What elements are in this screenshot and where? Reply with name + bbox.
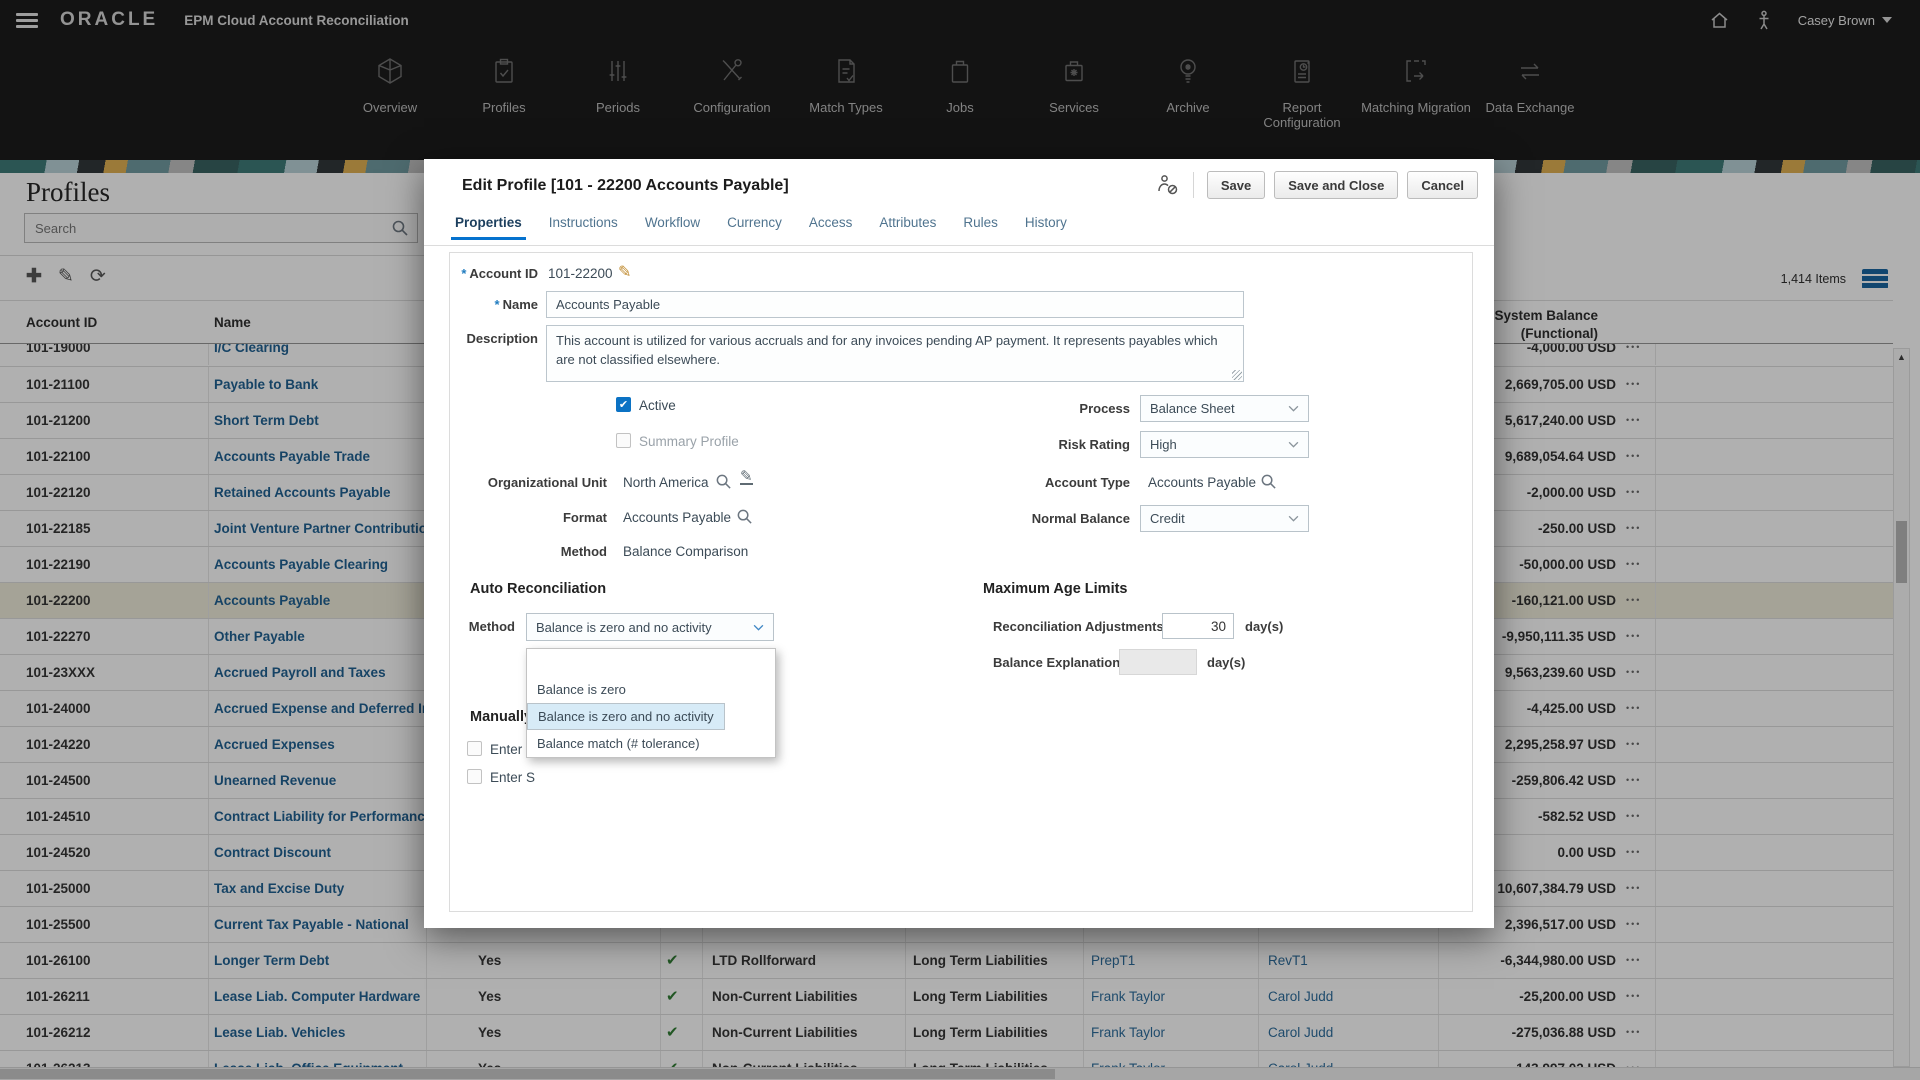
edit-profile-dialog: Edit Profile [101 - 22200 Accounts Payab…: [424, 159, 1494, 928]
account-type-value: Accounts Payable: [1148, 475, 1256, 490]
chevron-down-icon: [1288, 405, 1299, 412]
enter-checkbox-2[interactable]: [467, 769, 482, 784]
process-label: Process: [870, 401, 1130, 416]
normal-balance-select[interactable]: Credit: [1140, 505, 1309, 532]
chevron-down-icon: [1288, 441, 1299, 448]
tab-rules[interactable]: Rules: [963, 215, 998, 240]
account-type-label: Account Type: [870, 475, 1130, 490]
format-label: Format: [450, 510, 607, 525]
enter-checkbox-1[interactable]: [467, 741, 482, 756]
tab-attributes[interactable]: Attributes: [879, 215, 936, 240]
balance-explanations-label: Balance Explanations: [993, 655, 1127, 670]
org-unit-search-icon[interactable]: [715, 473, 732, 490]
dialog-title: Edit Profile [101 - 22200 Accounts Payab…: [462, 177, 789, 195]
summary-profile-label: Summary Profile: [639, 434, 739, 449]
method-value: Balance Comparison: [623, 544, 748, 559]
auto-method-label: Method: [450, 619, 515, 634]
org-unit-label: Organizational Unit: [450, 475, 607, 490]
manually-heading: Manually: [470, 709, 532, 725]
format-search-icon[interactable]: [736, 508, 753, 525]
screen: ORACLE EPM Cloud Account Reconciliation …: [0, 0, 1920, 1080]
active-checkbox[interactable]: ✔: [616, 397, 631, 412]
edit-account-id-icon[interactable]: ✎: [618, 262, 631, 282]
enter-checkbox-2-label: Enter S: [490, 770, 535, 785]
tab-access[interactable]: Access: [809, 215, 853, 240]
account-type-search-icon[interactable]: [1260, 473, 1277, 490]
tab-workflow[interactable]: Workflow: [645, 215, 700, 240]
chevron-down-icon: [1288, 515, 1299, 522]
save-and-close-button[interactable]: Save and Close: [1274, 171, 1398, 199]
resize-handle[interactable]: [1232, 370, 1242, 380]
description-label: Description: [450, 331, 538, 346]
divider: [1193, 172, 1194, 198]
name-field[interactable]: [546, 291, 1244, 318]
description-field[interactable]: This account is utilized for various acc…: [546, 325, 1244, 382]
save-button[interactable]: Save: [1207, 171, 1265, 199]
method-dropdown-list: Balance is zeroBalance is zero and no ac…: [526, 648, 776, 758]
dropdown-option[interactable]: [527, 649, 775, 676]
user-restricted-icon[interactable]: [1156, 173, 1180, 197]
org-unit-value: North America: [623, 475, 709, 490]
cancel-button[interactable]: Cancel: [1407, 171, 1478, 199]
chevron-down-icon: [753, 624, 764, 631]
properties-panel: *Account ID 101-22200 ✎ *Name Descriptio…: [449, 252, 1473, 912]
recon-adjustments-label: Reconciliation Adjustments: [993, 619, 1164, 634]
tab-instructions[interactable]: Instructions: [549, 215, 618, 240]
recon-adjustments-input[interactable]: [1162, 613, 1234, 639]
balance-explanations-input: [1119, 649, 1197, 675]
auto-reconciliation-heading: Auto Reconciliation: [470, 581, 606, 597]
auto-method-select[interactable]: Balance is zero and no activity: [526, 613, 774, 641]
account-id-label: *Account ID: [450, 266, 538, 281]
dropdown-option[interactable]: Balance is zero: [527, 676, 775, 703]
active-label: Active: [639, 398, 676, 413]
summary-profile-checkbox[interactable]: [616, 433, 631, 448]
dropdown-option[interactable]: Balance match (# tolerance): [527, 730, 775, 757]
account-id-value: 101-22200: [548, 266, 613, 281]
org-unit-edit-icon[interactable]: ✎: [740, 470, 753, 485]
recon-days-suffix: day(s): [1245, 619, 1283, 634]
process-select[interactable]: Balance Sheet: [1140, 395, 1309, 422]
tab-history[interactable]: History: [1025, 215, 1067, 240]
tabs-underline: [424, 245, 1494, 246]
dropdown-option[interactable]: Balance is zero and no activity: [527, 703, 725, 730]
format-value: Accounts Payable: [623, 510, 731, 525]
method-label: Method: [450, 544, 607, 559]
tab-properties[interactable]: Properties: [455, 215, 522, 240]
name-label: *Name: [450, 297, 538, 312]
maximum-age-limits-heading: Maximum Age Limits: [983, 581, 1128, 597]
risk-rating-select[interactable]: High: [1140, 431, 1309, 458]
dialog-tabs: Properties Instructions Workflow Currenc…: [455, 215, 1067, 240]
tab-currency[interactable]: Currency: [727, 215, 782, 240]
dialog-actions: Save Save and Close Cancel: [1156, 171, 1478, 199]
balance-days-suffix: day(s): [1207, 655, 1245, 670]
normal-balance-label: Normal Balance: [870, 511, 1130, 526]
risk-rating-label: Risk Rating: [870, 437, 1130, 452]
